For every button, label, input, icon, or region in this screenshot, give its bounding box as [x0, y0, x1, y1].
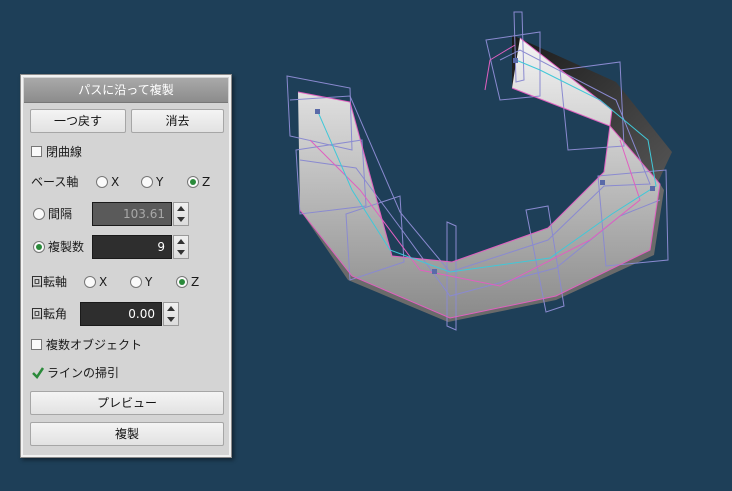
checkbox-box[interactable]	[31, 339, 42, 350]
checkmark-icon[interactable]	[31, 366, 45, 380]
preview-button[interactable]: プレビュー	[30, 391, 224, 415]
radio-circle[interactable]	[130, 275, 142, 288]
spin-down-icon[interactable]	[177, 250, 185, 255]
copies-radio[interactable]: 複製数	[33, 236, 84, 258]
radio-circle[interactable]	[33, 207, 45, 220]
base-axis-x-radio[interactable]: X	[96, 171, 119, 193]
radio-label: Y	[145, 275, 153, 289]
radio-label: Z	[191, 275, 200, 289]
multi-object-checkbox[interactable]: 複数オブジェクト	[31, 334, 142, 356]
panel-title: パスに沿って複製	[24, 78, 228, 103]
spacing-spinner[interactable]	[173, 202, 189, 226]
sweep-line-checkbox[interactable]: ラインの掃引	[31, 362, 119, 384]
radio-circle[interactable]	[84, 275, 96, 288]
rotation-axis-label: 回転軸	[31, 275, 68, 289]
closed-curve-checkbox[interactable]: 閉曲線	[31, 141, 82, 163]
spin-down-icon[interactable]	[167, 317, 175, 322]
radio-label: X	[111, 175, 120, 189]
rotation-angle-label: 回転角	[31, 307, 68, 321]
radio-circle[interactable]	[141, 175, 153, 188]
checkbox-box[interactable]	[31, 146, 42, 157]
delete-button[interactable]: 消去	[131, 109, 224, 133]
spacing-radio[interactable]: 間隔	[33, 203, 72, 225]
spin-up-icon[interactable]	[167, 306, 175, 311]
spin-up-icon[interactable]	[177, 206, 185, 211]
rotation-axis-z-radio[interactable]: Z	[176, 271, 199, 293]
radio-circle[interactable]	[176, 275, 188, 288]
duplicate-button[interactable]: 複製	[30, 422, 224, 446]
sweep-line-label: ラインの掃引	[47, 366, 120, 380]
radio-label: Y	[156, 175, 164, 189]
rotation-angle-spinner[interactable]	[163, 302, 179, 326]
base-axis-label: ベース軸	[31, 175, 79, 189]
base-axis-y-radio[interactable]: Y	[141, 171, 163, 193]
copies-field[interactable]: 9	[92, 235, 172, 259]
rotation-axis-y-radio[interactable]: Y	[130, 271, 152, 293]
spin-up-icon[interactable]	[177, 239, 185, 244]
copies-spinner[interactable]	[173, 235, 189, 259]
radio-circle[interactable]	[187, 175, 199, 188]
closed-curve-label: 閉曲線	[46, 145, 83, 159]
radio-label: X	[99, 275, 108, 289]
undo-button[interactable]: 一つ戻す	[30, 109, 126, 133]
multi-object-label: 複数オブジェクト	[46, 338, 143, 352]
spacing-field[interactable]: 103.61	[92, 202, 172, 226]
rotation-axis-x-radio[interactable]: X	[84, 271, 107, 293]
spin-down-icon[interactable]	[177, 217, 185, 222]
spacing-label: 間隔	[48, 207, 73, 221]
radio-label: Z	[202, 175, 211, 189]
radio-circle[interactable]	[33, 240, 45, 253]
duplicate-along-path-panel: パスに沿って複製 一つ戻す 消去 閉曲線 ベース軸 X Y Z 間隔 103.6…	[20, 74, 232, 458]
copies-label: 複製数	[48, 240, 85, 254]
rotation-angle-field[interactable]: 0.00	[80, 302, 162, 326]
radio-circle[interactable]	[96, 175, 108, 188]
base-axis-z-radio[interactable]: Z	[187, 171, 210, 193]
